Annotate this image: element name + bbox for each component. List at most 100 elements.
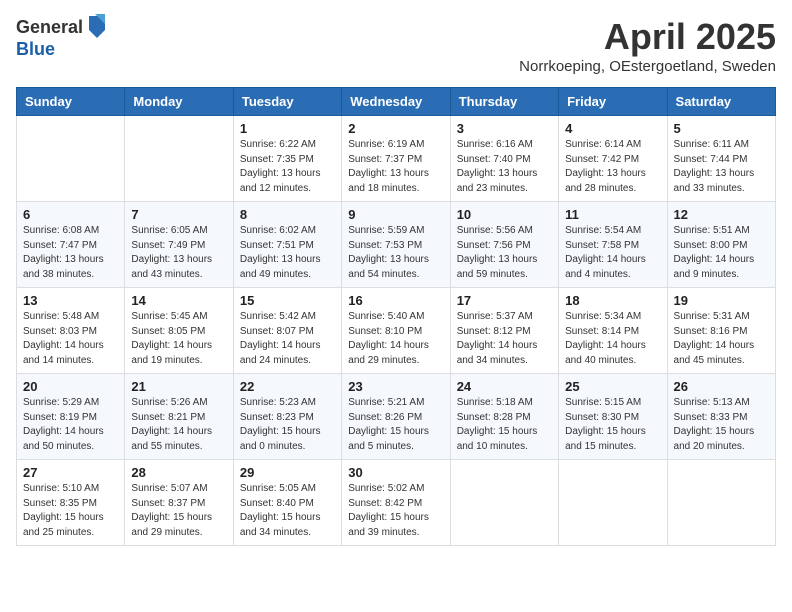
header-tuesday: Tuesday <box>233 88 341 116</box>
day-info: Sunrise: 5:21 AMSunset: 8:26 PMDaylight:… <box>348 396 443 454</box>
calendar-cell: 27Sunrise: 5:10 AMSunset: 8:35 PMDayligh… <box>17 460 125 546</box>
day-info: Sunrise: 5:13 AMSunset: 8:33 PMDaylight:… <box>674 396 769 454</box>
day-info: Sunrise: 5:31 AMSunset: 8:16 PMDaylight:… <box>674 310 769 368</box>
calendar-table: Sunday Monday Tuesday Wednesday Thursday… <box>16 87 776 546</box>
header-sunday: Sunday <box>17 88 125 116</box>
day-number: 14 <box>131 293 226 308</box>
calendar-cell: 23 Sunrise: 5:21 AMSunset: 8:26 PMDayligh… <box>342 374 450 460</box>
day-info: Sunrise: 5:15 AMSunset: 8:30 PMDaylight:… <box>565 396 660 454</box>
day-number: 26 <box>674 379 769 394</box>
day-info: Sunrise: 6:14 AMSunset: 7:42 PMDaylight:… <box>565 138 660 196</box>
day-number: 15 <box>240 293 335 308</box>
calendar-cell <box>450 460 558 546</box>
day-number: 13 <box>23 293 118 308</box>
header-monday: Monday <box>125 88 233 116</box>
day-number: 18 <box>565 293 660 308</box>
day-number: 7 <box>131 207 226 222</box>
day-info: Sunrise: 6:08 AMSunset: 7:47 PMDaylight:… <box>23 224 118 282</box>
day-info: Sunrise: 5:02 AMSunset: 8:42 PMDaylight:… <box>348 482 443 540</box>
day-number: 8 <box>240 207 335 222</box>
day-number: 29 <box>240 465 335 480</box>
day-number: 1 <box>240 121 335 136</box>
calendar-cell: 4 Sunrise: 6:14 AMSunset: 7:42 PMDaylight… <box>559 116 667 202</box>
header: General Blue April 2025 Norrkoeping, OEs… <box>16 16 776 75</box>
header-friday: Friday <box>559 88 667 116</box>
day-info: Sunrise: 5:54 AMSunset: 7:58 PMDaylight:… <box>565 224 660 282</box>
day-info: Sunrise: 6:11 AMSunset: 7:44 PMDaylight:… <box>674 138 769 196</box>
calendar-cell <box>559 460 667 546</box>
calendar-cell: 6 Sunrise: 6:08 AMSunset: 7:47 PMDaylight… <box>17 202 125 288</box>
day-number: 9 <box>348 207 443 222</box>
day-number: 10 <box>457 207 552 222</box>
day-number: 20 <box>23 379 118 394</box>
day-number: 19 <box>674 293 769 308</box>
day-info: Sunrise: 6:16 AMSunset: 7:40 PMDaylight:… <box>457 138 552 196</box>
day-number: 4 <box>565 121 660 136</box>
calendar-cell: 12 Sunrise: 5:51 AMSunset: 8:00 PMDayligh… <box>667 202 775 288</box>
calendar-cell <box>17 116 125 202</box>
day-number: 23 <box>348 379 443 394</box>
calendar-cell: 8 Sunrise: 6:02 AMSunset: 7:51 PMDaylight… <box>233 202 341 288</box>
day-info: Sunrise: 5:37 AMSunset: 8:12 PMDaylight:… <box>457 310 552 368</box>
day-number: 22 <box>240 379 335 394</box>
day-info: Sunrise: 5:23 AMSunset: 8:23 PMDaylight:… <box>240 396 335 454</box>
logo-icon <box>85 12 109 40</box>
title-section: April 2025 Norrkoeping, OEstergoetland, … <box>519 16 776 75</box>
calendar-cell: 24 Sunrise: 5:18 AMSunset: 8:28 PMDayligh… <box>450 374 558 460</box>
calendar-cell: 20 Sunrise: 5:29 AMSunset: 8:19 PMDayligh… <box>17 374 125 460</box>
day-info: Sunrise: 5:10 AMSunset: 8:35 PMDaylight:… <box>23 482 118 540</box>
day-info: Sunrise: 6:02 AMSunset: 7:51 PMDaylight:… <box>240 224 335 282</box>
calendar-cell: 21 Sunrise: 5:26 AMSunset: 8:21 PMDayligh… <box>125 374 233 460</box>
day-number: 16 <box>348 293 443 308</box>
day-number: 11 <box>565 207 660 222</box>
day-number: 24 <box>457 379 552 394</box>
day-number: 17 <box>457 293 552 308</box>
day-number: 21 <box>131 379 226 394</box>
day-info: Sunrise: 5:51 AMSunset: 8:00 PMDaylight:… <box>674 224 769 282</box>
calendar-week-row: 6 Sunrise: 6:08 AMSunset: 7:47 PMDaylight… <box>17 202 776 288</box>
calendar-week-row: 27Sunrise: 5:10 AMSunset: 8:35 PMDayligh… <box>17 460 776 546</box>
weekday-header-row: Sunday Monday Tuesday Wednesday Thursday… <box>17 88 776 116</box>
day-number: 28 <box>131 465 226 480</box>
day-number: 6 <box>23 207 118 222</box>
calendar-cell: 15Sunrise: 5:42 AMSunset: 8:07 PMDayligh… <box>233 288 341 374</box>
day-number: 25 <box>565 379 660 394</box>
day-number: 3 <box>457 121 552 136</box>
calendar-cell: 18 Sunrise: 5:34 AMSunset: 8:14 PMDayligh… <box>559 288 667 374</box>
day-info: Sunrise: 5:18 AMSunset: 8:28 PMDaylight:… <box>457 396 552 454</box>
day-info: Sunrise: 6:19 AMSunset: 7:37 PMDaylight:… <box>348 138 443 196</box>
calendar-cell: 7 Sunrise: 6:05 AMSunset: 7:49 PMDaylight… <box>125 202 233 288</box>
calendar-cell: 16 Sunrise: 5:40 AMSunset: 8:10 PMDayligh… <box>342 288 450 374</box>
calendar-week-row: 13Sunrise: 5:48 AMSunset: 8:03 PMDayligh… <box>17 288 776 374</box>
calendar-cell: 22 Sunrise: 5:23 AMSunset: 8:23 PMDayligh… <box>233 374 341 460</box>
calendar-cell: 9 Sunrise: 5:59 AMSunset: 7:53 PMDaylight… <box>342 202 450 288</box>
day-number: 12 <box>674 207 769 222</box>
calendar-cell: 5 Sunrise: 6:11 AMSunset: 7:44 PMDaylight… <box>667 116 775 202</box>
month-title: April 2025 <box>519 16 776 58</box>
calendar-cell: 30Sunrise: 5:02 AMSunset: 8:42 PMDayligh… <box>342 460 450 546</box>
calendar-cell: 13Sunrise: 5:48 AMSunset: 8:03 PMDayligh… <box>17 288 125 374</box>
day-info: Sunrise: 5:26 AMSunset: 8:21 PMDaylight:… <box>131 396 226 454</box>
header-saturday: Saturday <box>667 88 775 116</box>
day-number: 2 <box>348 121 443 136</box>
calendar-week-row: 1Sunrise: 6:22 AMSunset: 7:35 PMDaylight… <box>17 116 776 202</box>
logo-general-text: General <box>16 18 83 38</box>
day-info: Sunrise: 5:56 AMSunset: 7:56 PMDaylight:… <box>457 224 552 282</box>
calendar-cell: 25 Sunrise: 5:15 AMSunset: 8:30 PMDayligh… <box>559 374 667 460</box>
calendar-cell: 14 Sunrise: 5:45 AMSunset: 8:05 PMDayligh… <box>125 288 233 374</box>
day-info: Sunrise: 6:05 AMSunset: 7:49 PMDaylight:… <box>131 224 226 282</box>
calendar-cell: 19 Sunrise: 5:31 AMSunset: 8:16 PMDayligh… <box>667 288 775 374</box>
day-info: Sunrise: 5:29 AMSunset: 8:19 PMDaylight:… <box>23 396 118 454</box>
day-info: Sunrise: 5:59 AMSunset: 7:53 PMDaylight:… <box>348 224 443 282</box>
calendar-cell: 29Sunrise: 5:05 AMSunset: 8:40 PMDayligh… <box>233 460 341 546</box>
header-thursday: Thursday <box>450 88 558 116</box>
day-number: 5 <box>674 121 769 136</box>
day-info: Sunrise: 5:07 AMSunset: 8:37 PMDaylight:… <box>131 482 226 540</box>
day-info: Sunrise: 5:45 AMSunset: 8:05 PMDaylight:… <box>131 310 226 368</box>
calendar-cell: 10 Sunrise: 5:56 AMSunset: 7:56 PMDayligh… <box>450 202 558 288</box>
day-info: Sunrise: 5:34 AMSunset: 8:14 PMDaylight:… <box>565 310 660 368</box>
day-info: Sunrise: 5:40 AMSunset: 8:10 PMDaylight:… <box>348 310 443 368</box>
calendar-cell: 26 Sunrise: 5:13 AMSunset: 8:33 PMDayligh… <box>667 374 775 460</box>
calendar-cell: 11 Sunrise: 5:54 AMSunset: 7:58 PMDayligh… <box>559 202 667 288</box>
calendar-week-row: 20 Sunrise: 5:29 AMSunset: 8:19 PMDayligh… <box>17 374 776 460</box>
